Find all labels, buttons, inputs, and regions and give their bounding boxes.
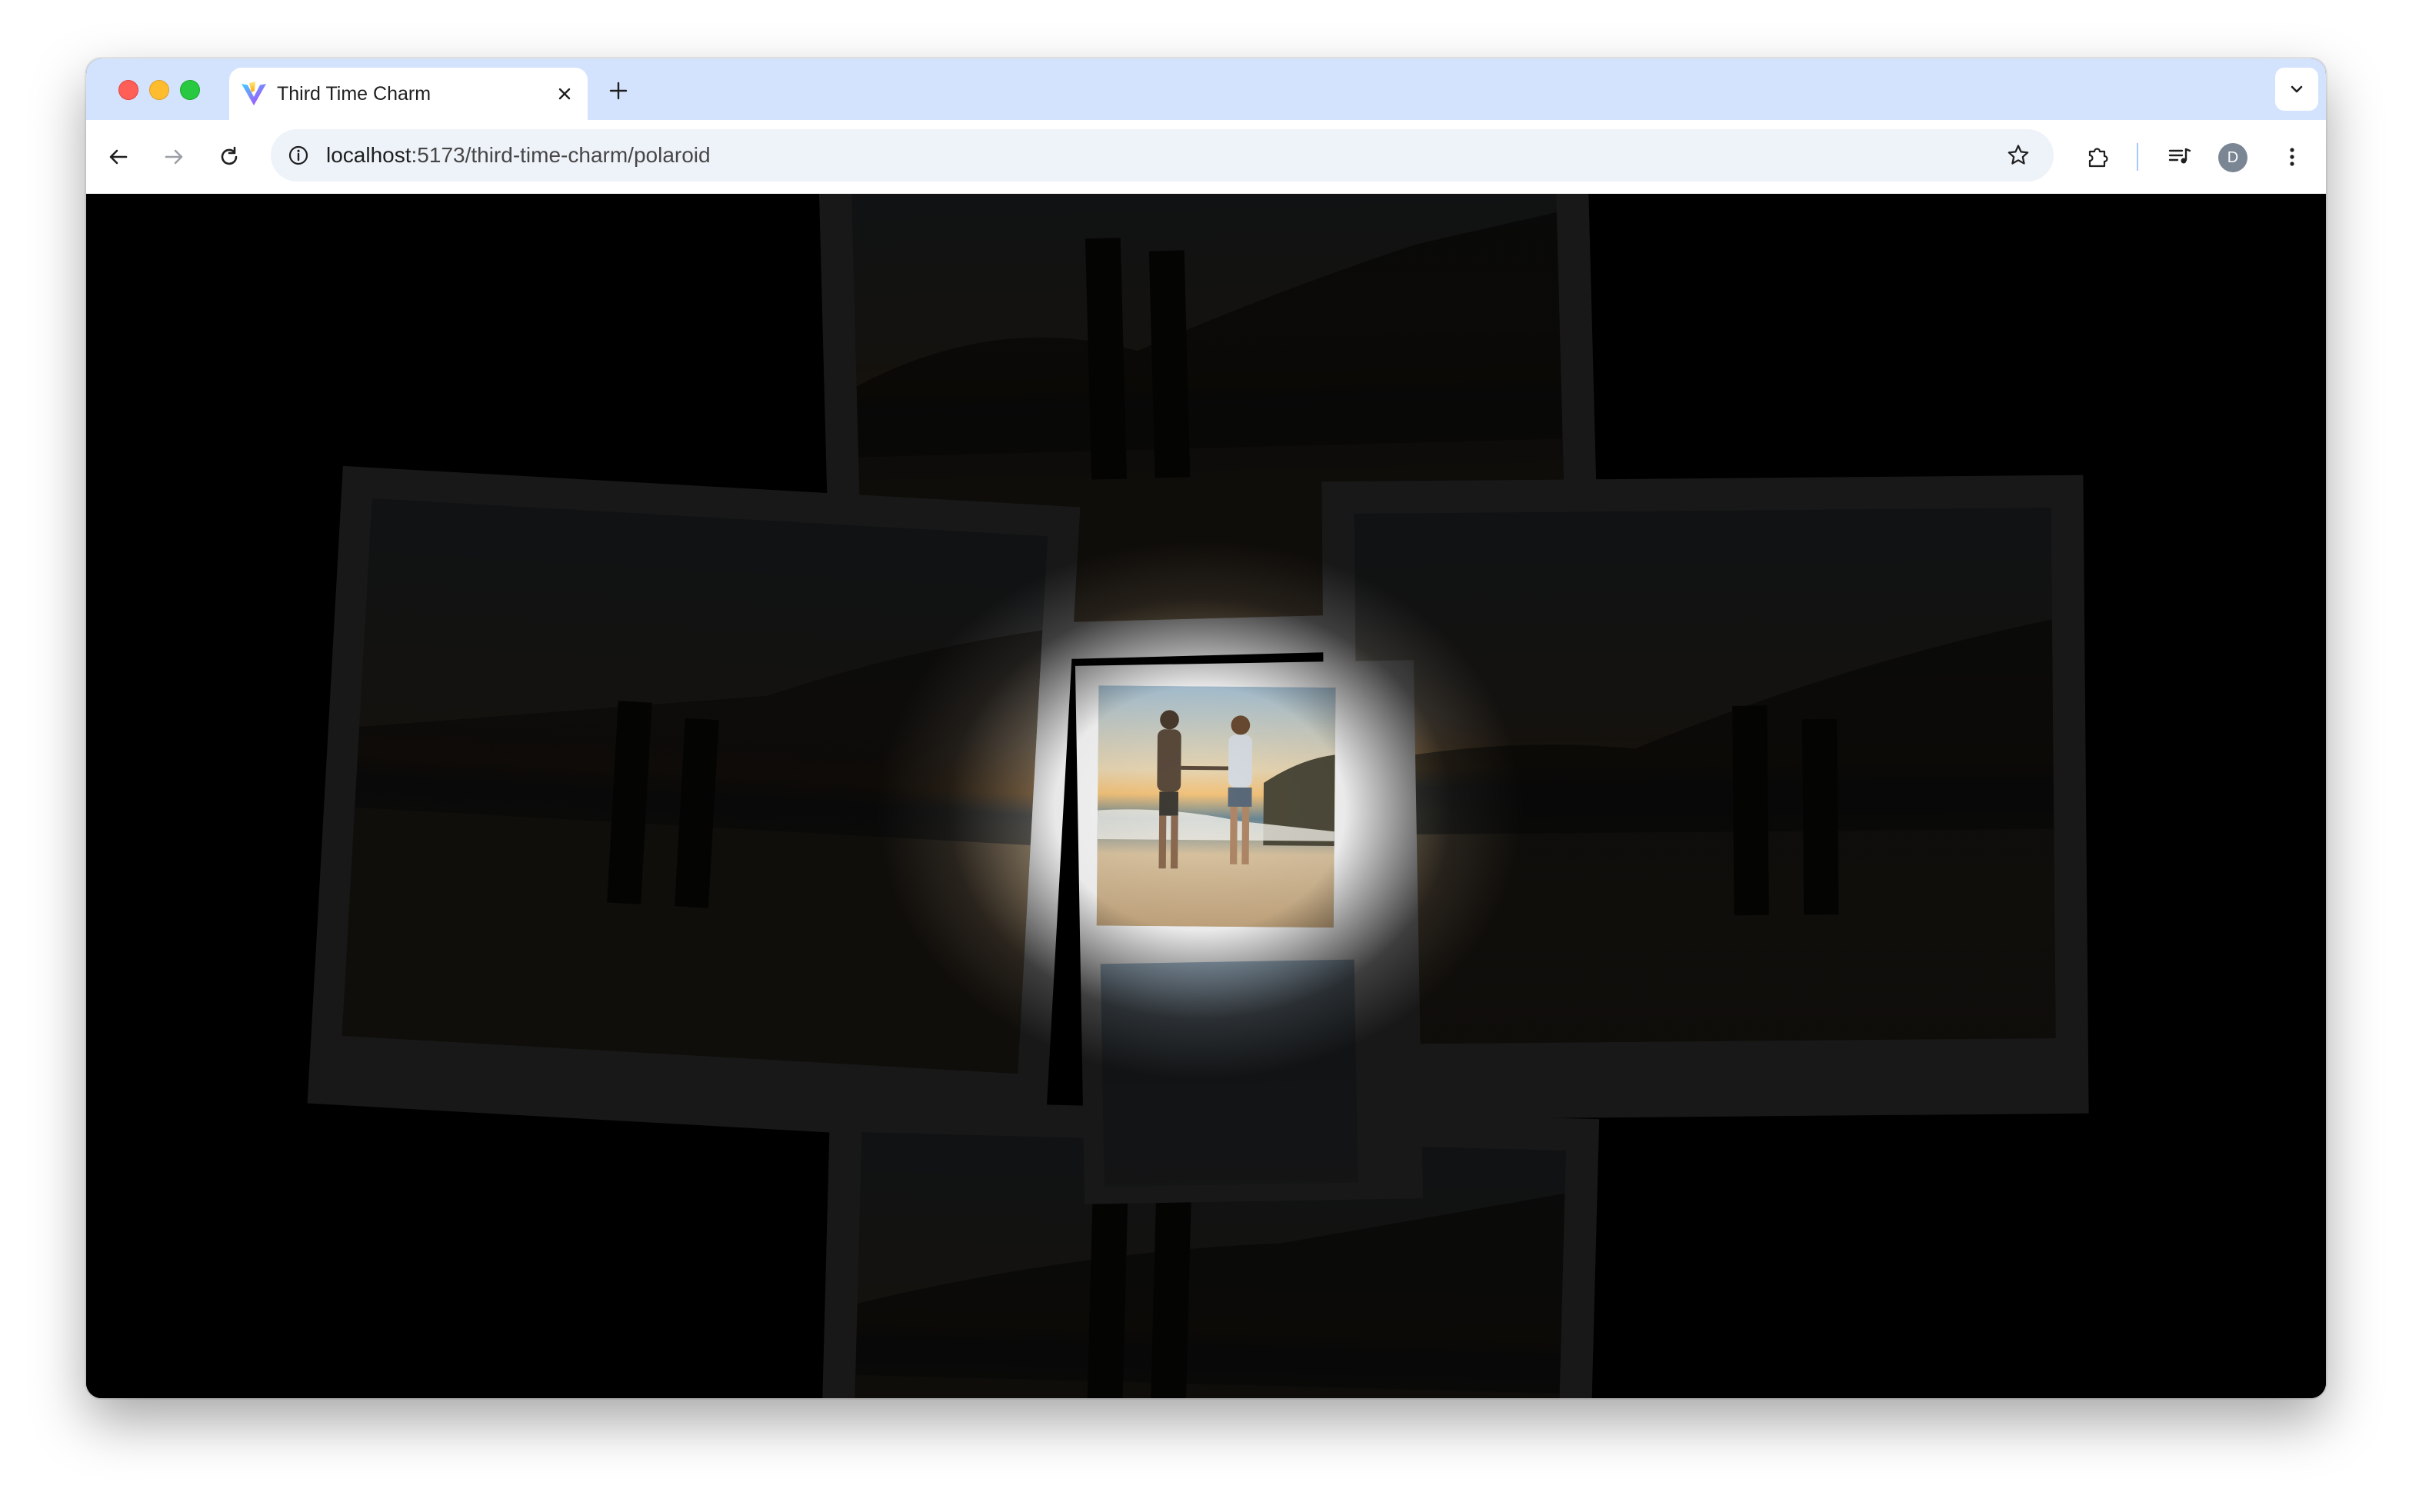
browser-window: Third Time Charm localhost:5173/third-ti [86,58,2326,1398]
arrow-left-icon[interactable] [102,140,135,174]
close-icon[interactable] [552,82,577,106]
plus-icon[interactable] [603,75,634,106]
vite-logo-icon [240,80,268,108]
browser-toolbar: localhost:5173/third-time-charm/polaroid… [86,120,2326,195]
polaroid-left[interactable] [307,465,1081,1145]
reload-icon[interactable] [212,140,246,174]
sky-photo [1100,959,1358,1187]
beach-photo [1354,508,2056,1044]
tab-strip: Third Time Charm [86,58,2326,120]
media-queue-icon[interactable] [2163,140,2197,174]
close-window-button[interactable] [118,80,138,100]
maximize-window-button[interactable] [180,80,200,100]
tab-third-time-charm[interactable]: Third Time Charm [229,68,588,120]
kebab-menu-icon[interactable] [2275,140,2309,174]
url-text: localhost:5173/third-time-charm/polaroid [326,143,711,168]
puzzle-icon[interactable] [2081,140,2115,174]
chevron-down-icon[interactable] [2275,68,2318,111]
star-icon[interactable] [2004,142,2032,169]
tab-title: Third Time Charm [277,83,431,105]
toolbar-divider [2137,143,2138,171]
url-path: :5173/third-time-charm/polaroid [411,143,711,167]
couple-beach-photo [1096,685,1336,928]
profile-avatar[interactable]: D [2218,143,2247,172]
info-icon[interactable] [285,142,312,169]
beach-photo [342,498,1048,1074]
polaroid-right[interactable] [1321,475,2089,1121]
arrow-right-icon[interactable] [157,140,191,174]
page-viewport [86,194,2326,1398]
minimize-window-button[interactable] [149,80,169,100]
address-bar[interactable]: localhost:5173/third-time-charm/polaroid [271,129,2054,182]
polaroid-center[interactable] [1075,660,1424,1204]
url-host: localhost [326,143,411,167]
